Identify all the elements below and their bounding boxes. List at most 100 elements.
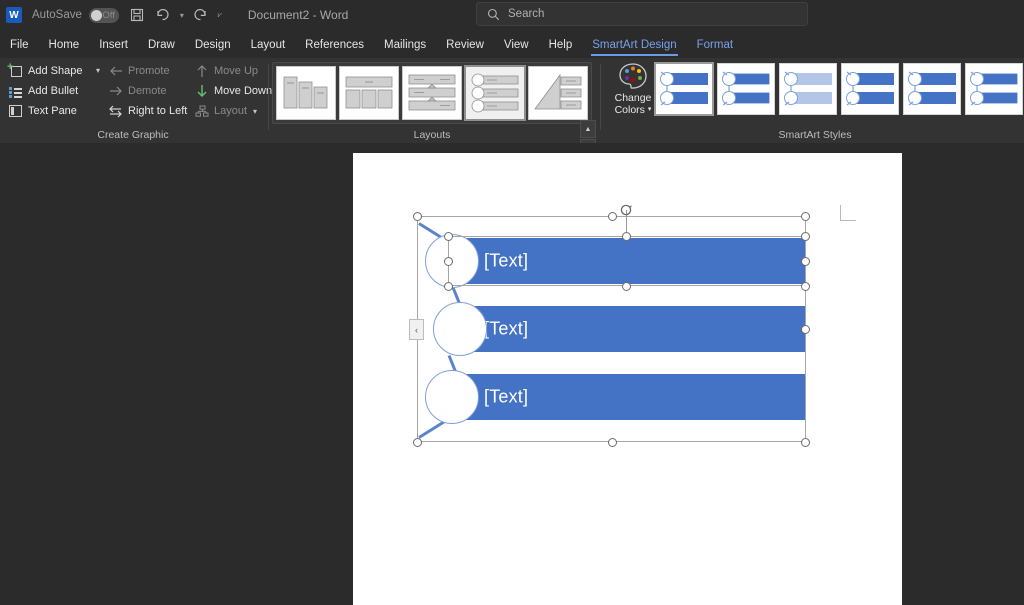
move-down-icon	[193, 83, 210, 99]
add-bullet-button[interactable]: Add Bullet	[4, 81, 100, 101]
layout-label: Layout	[214, 105, 248, 117]
save-icon[interactable]	[124, 3, 150, 27]
create-graphic-group: + Add Shape Add Bullet Text Pane ▾ Promo…	[4, 61, 272, 123]
smartart-bullet-circle[interactable]	[425, 370, 479, 424]
tab-draw[interactable]: Draw	[138, 36, 185, 55]
ribbon-separator-1	[268, 64, 269, 130]
title-bar: W AutoSave Off ▾ ⩗ Document2 - Word Sear…	[0, 0, 1024, 30]
add-shape-dropdown-caret-icon[interactable]: ▾	[96, 66, 100, 75]
document-workspace[interactable]: [Text] [Text] [Text] ‹	[0, 143, 1024, 605]
move-down-label: Move Down	[214, 85, 273, 97]
resize-handle[interactable]	[443, 281, 453, 291]
style-thumb-moderate-effect[interactable]	[841, 63, 899, 115]
resize-handle[interactable]	[800, 281, 810, 291]
smartart-shape-text: [Text]	[484, 386, 529, 407]
move-up-button[interactable]: Move Up	[190, 61, 262, 81]
style-thumb-white-outline[interactable]	[717, 63, 775, 115]
tab-format[interactable]: Format	[687, 36, 743, 55]
tab-help[interactable]: Help	[539, 36, 583, 55]
layouts-group-label: Layouts	[413, 129, 451, 141]
tab-layout[interactable]: Layout	[241, 36, 296, 55]
move-down-button[interactable]: Move Down	[190, 81, 272, 101]
resize-handle[interactable]	[621, 231, 631, 241]
tab-home[interactable]: Home	[39, 36, 90, 55]
resize-handle[interactable]	[800, 256, 810, 266]
resize-handle[interactable]	[607, 211, 617, 221]
resize-handle[interactable]	[800, 324, 810, 334]
smartart-bullet-circle[interactable]	[433, 302, 487, 356]
resize-handle[interactable]	[443, 231, 453, 241]
layouts-gallery	[272, 62, 592, 124]
customize-quick-access-icon[interactable]: ⩗	[214, 10, 226, 20]
change-colors-button[interactable]: Change Colors ▾	[606, 62, 660, 128]
text-pane-label: Text Pane	[28, 105, 77, 117]
tab-insert[interactable]: Insert	[89, 36, 138, 55]
right-to-left-icon	[107, 103, 124, 119]
resize-handle[interactable]	[412, 211, 422, 221]
undo-icon[interactable]	[150, 3, 176, 27]
layout-thumb-header-columns[interactable]	[339, 66, 399, 120]
resize-handle[interactable]	[412, 437, 422, 447]
layout-dropdown-caret-icon[interactable]: ▾	[253, 107, 257, 116]
promote-icon	[107, 63, 124, 79]
demote-button[interactable]: Demote	[104, 81, 186, 101]
tab-smartart-design[interactable]: SmartArt Design	[582, 36, 686, 56]
smartart-styles-gallery	[654, 62, 1024, 116]
tab-review[interactable]: Review	[436, 36, 494, 55]
style-thumb-polished[interactable]	[965, 63, 1023, 115]
layout-thumb-triangle-list[interactable]	[528, 66, 588, 120]
change-colors-label-line2: Colors	[614, 104, 645, 116]
smartart-shape-bar[interactable]: [Text]	[448, 306, 805, 352]
document-title: Document2 - Word	[247, 8, 349, 22]
tab-file[interactable]: File	[0, 36, 39, 55]
redo-icon[interactable]	[188, 3, 214, 27]
word-logo-icon: W	[6, 7, 22, 23]
tab-references[interactable]: References	[295, 36, 374, 55]
style-thumb-subtle-effect[interactable]	[779, 63, 837, 115]
style-thumb-simple-fill[interactable]	[654, 62, 714, 116]
smartart-styles-group-label: SmartArt Styles	[778, 129, 852, 141]
right-to-left-button[interactable]: Right to Left	[104, 101, 188, 121]
smartart-shape-bar[interactable]: [Text]	[448, 374, 805, 420]
change-colors-caret-icon[interactable]: ▾	[648, 104, 652, 116]
add-shape-button[interactable]: + Add Shape	[4, 61, 100, 81]
ribbon-tab-bar: File Home Insert Draw Design Layout References…	[0, 33, 1024, 58]
tab-design[interactable]: Design	[185, 36, 241, 55]
demote-icon	[107, 83, 124, 99]
rotate-handle[interactable]	[618, 202, 634, 218]
layout-button[interactable]: Layout ▾	[190, 101, 262, 121]
resize-handle[interactable]	[800, 437, 810, 447]
autosave-state-label: Off	[102, 9, 115, 21]
resize-handle[interactable]	[607, 437, 617, 447]
layouts-gallery-strip	[272, 62, 592, 124]
add-bullet-icon	[7, 83, 24, 99]
text-pane-toggle[interactable]: ‹	[409, 319, 424, 340]
undo-dropdown-caret-icon[interactable]: ▾	[176, 11, 188, 20]
autosave-toggle[interactable]: Off	[88, 7, 119, 23]
margin-corner-marker	[840, 205, 856, 221]
add-shape-icon: +	[7, 62, 24, 79]
right-to-left-label: Right to Left	[128, 105, 188, 117]
tab-mailings[interactable]: Mailings	[374, 36, 436, 55]
layout-thumb-staggered-blocks[interactable]	[276, 66, 336, 120]
search-input[interactable]: Search	[476, 2, 808, 26]
move-up-icon	[193, 63, 210, 79]
layout-thumb-circle-bars[interactable]	[464, 65, 526, 121]
resize-handle[interactable]	[800, 211, 810, 221]
resize-handle[interactable]	[800, 231, 810, 241]
layout-thumb-process-rows[interactable]	[402, 66, 462, 120]
resize-handle[interactable]	[443, 256, 453, 266]
style-thumb-intense-effect[interactable]	[903, 63, 961, 115]
search-icon	[487, 8, 500, 21]
resize-handle[interactable]	[621, 281, 631, 291]
text-pane-icon	[7, 103, 24, 119]
text-pane-button[interactable]: Text Pane	[4, 101, 100, 121]
smartart-graphic[interactable]: [Text] [Text] [Text] ‹	[409, 204, 810, 447]
demote-label: Demote	[128, 85, 167, 97]
selected-shape-frame	[448, 236, 806, 286]
promote-button[interactable]: Promote	[104, 61, 186, 81]
add-bullet-label: Add Bullet	[28, 85, 79, 97]
search-placeholder: Search	[508, 8, 545, 20]
word-application-window: W AutoSave Off ▾ ⩗ Document2 - Word Sear…	[0, 0, 1024, 605]
tab-view[interactable]: View	[494, 36, 539, 55]
